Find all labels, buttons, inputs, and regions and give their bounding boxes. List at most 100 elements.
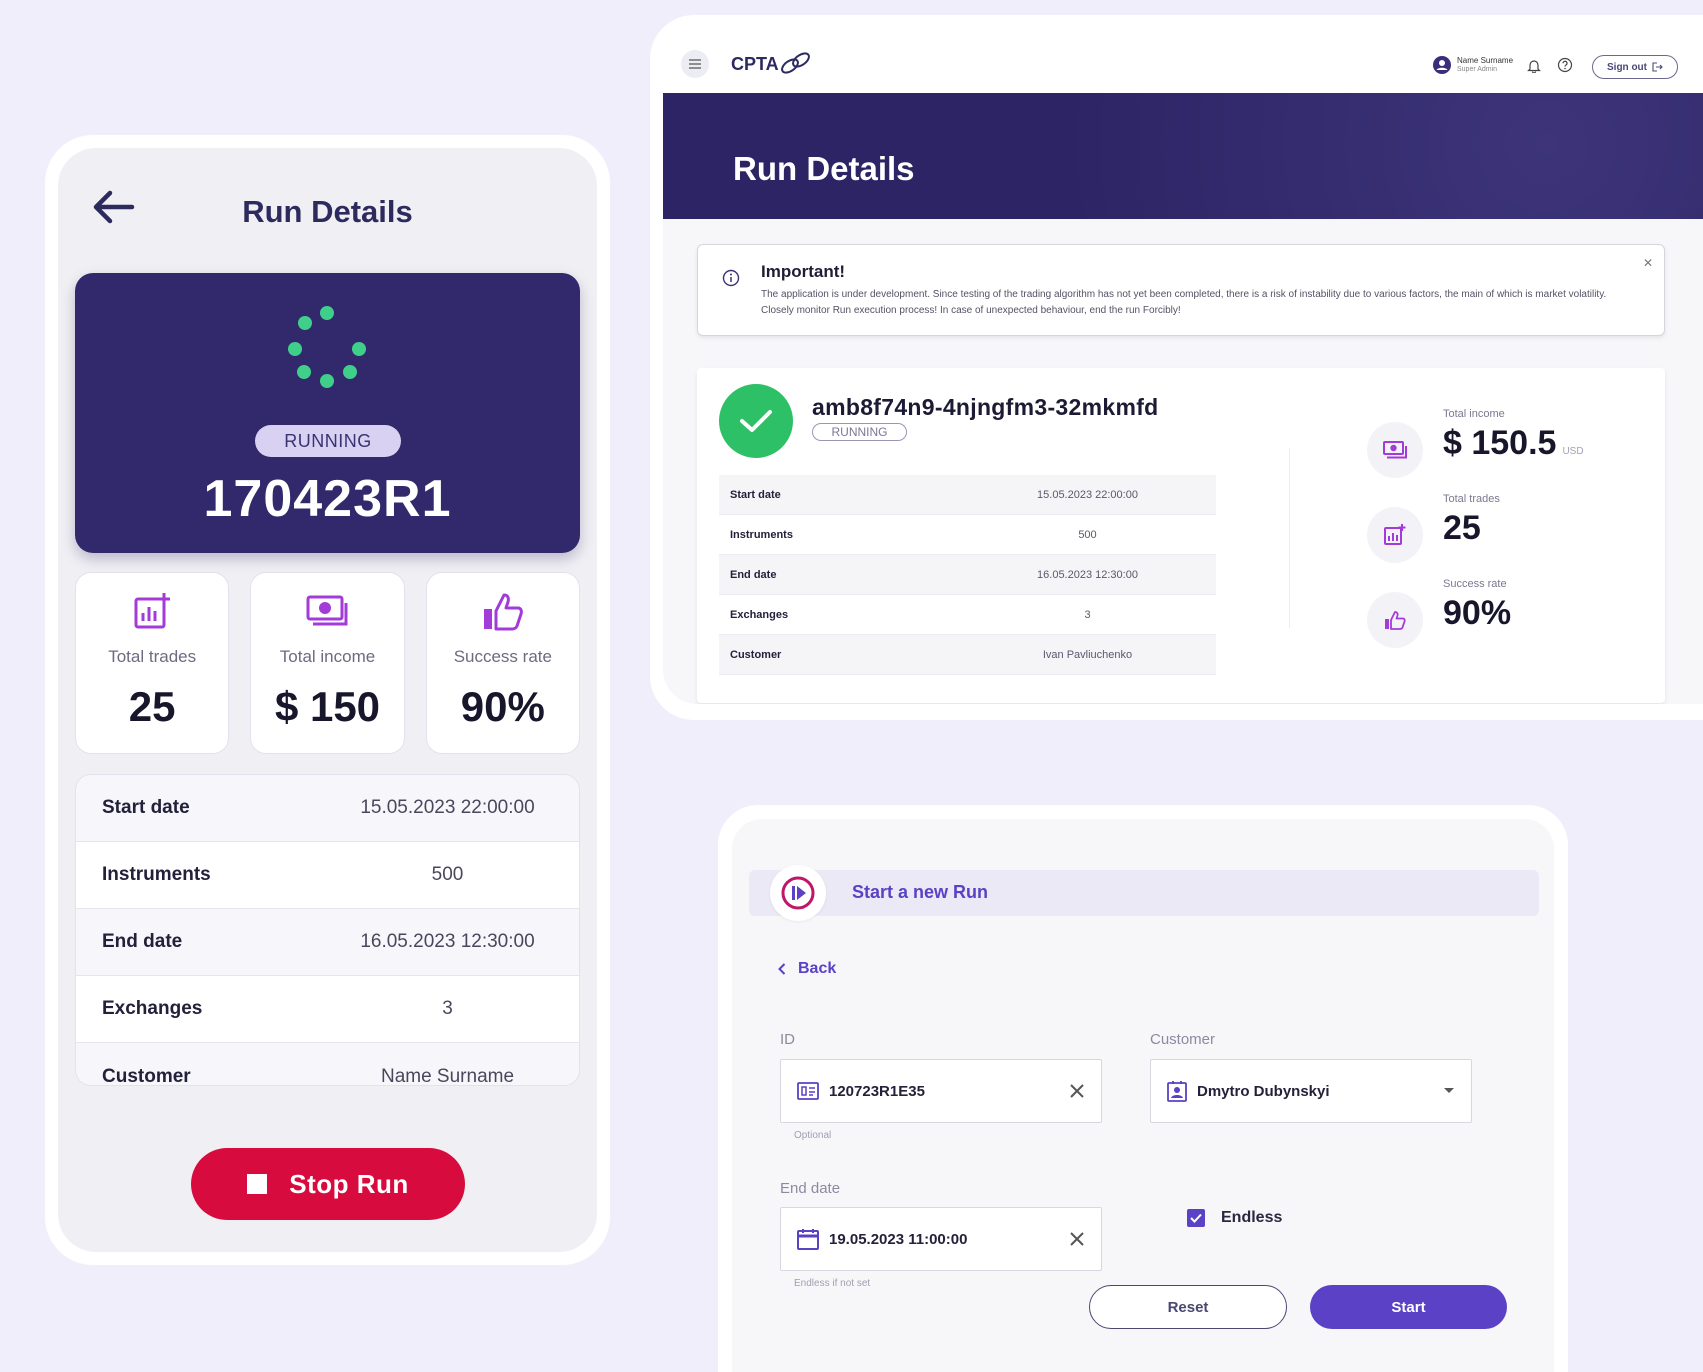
customer-select[interactable]: Dmytro Dubynskyi — [1150, 1059, 1472, 1123]
stat-value: $ 150.5 USD — [1443, 424, 1584, 463]
stat-label: Success rate — [453, 647, 552, 666]
stop-run-button[interactable]: Stop Run — [191, 1148, 465, 1220]
table-row: Customer Ivan Pavliuchenko — [719, 635, 1216, 675]
status-badge: RUNNING — [255, 425, 401, 457]
table-row: Start date 15.05.2023 22:00:00 — [719, 475, 1216, 515]
hamburger-menu-icon[interactable] — [681, 50, 709, 78]
sign-out-button[interactable]: Sign out — [1592, 55, 1678, 79]
page-title: Run Details — [242, 194, 413, 229]
stat-unit: USD — [1562, 446, 1584, 457]
stop-run-label: Stop Run — [289, 1168, 409, 1199]
stat-value: 90% — [1443, 594, 1512, 632]
customer-label: Customer — [1150, 1031, 1216, 1048]
back-link[interactable]: Back — [778, 960, 836, 978]
chevron-down-icon[interactable] — [1443, 1087, 1455, 1095]
thumbs-up-icon — [483, 593, 523, 631]
run-details-table: Start date 15.05.2023 22:00:00 Instrument… — [75, 774, 580, 1086]
start-button[interactable]: Start — [1310, 1285, 1507, 1329]
stat-total-income: Total income $ 150 — [250, 572, 405, 754]
run-details-table: Start date 15.05.2023 22:00:00 Instrument… — [719, 475, 1216, 675]
top-bar: CPTA Name Surname Super Admin Sign out — [663, 28, 1703, 93]
mobile-screen: Run Details RUNNING 170423R1 Total trade… — [58, 148, 597, 1252]
table-row: Customer Name Surname — [76, 1043, 579, 1086]
stat-value: 25 — [1443, 509, 1481, 547]
row-key: End date — [730, 568, 777, 581]
table-row: Start date 15.05.2023 22:00:00 — [76, 775, 579, 842]
stat-number: $ 150.5 — [1443, 424, 1557, 462]
bell-icon[interactable] — [1527, 58, 1541, 73]
run-id: amb8f74n9-4njngfm3-32mkmfd — [812, 394, 1159, 420]
id-helper-text: Optional — [794, 1130, 832, 1141]
sign-out-label: Sign out — [1607, 61, 1647, 73]
stat-value: $ 150 — [274, 683, 381, 730]
play-icon — [770, 865, 826, 921]
user-role: Super Admin — [1457, 66, 1498, 73]
endless-label: Endless — [1221, 1209, 1283, 1226]
row-value: 15.05.2023 22:00:00 — [360, 797, 535, 818]
row-value: 3 — [442, 998, 453, 1019]
row-key: Exchanges — [102, 998, 203, 1019]
stat-label: Total trades — [1443, 493, 1500, 505]
table-row: End date 16.05.2023 12:30:00 — [719, 555, 1216, 595]
clear-icon[interactable] — [1069, 1083, 1085, 1099]
new-run-form-card: Start a new Run Back ID 120723R1E35 Opti… — [718, 805, 1568, 1372]
important-alert: Important! The application is under deve… — [697, 244, 1665, 336]
end-date-value: 19.05.2023 11:00:00 — [829, 1230, 968, 1248]
row-value: 500 — [431, 864, 464, 885]
checkmark-icon — [719, 384, 793, 458]
row-value: 500 — [1078, 528, 1097, 541]
stat-label: Total income — [279, 647, 376, 666]
id-field[interactable]: 120723R1E35 — [780, 1059, 1102, 1123]
logout-icon — [1652, 62, 1663, 72]
row-key: Start date — [102, 797, 190, 818]
chart-add-icon — [1367, 507, 1423, 563]
id-card-icon — [797, 1082, 819, 1100]
row-value: 15.05.2023 22:00:00 — [1037, 488, 1138, 501]
chart-add-icon — [134, 593, 171, 629]
row-key: Instruments — [730, 528, 793, 541]
contact-card-icon — [1167, 1080, 1187, 1102]
end-date-label: End date — [780, 1180, 841, 1197]
checkbox-checked-icon[interactable] — [1187, 1209, 1205, 1227]
row-value: Name Surname — [380, 1065, 515, 1086]
alert-title: Important! — [761, 262, 846, 281]
money-icon — [1367, 422, 1423, 478]
stats-row: Total trades 25 Total income $ 150 Succe… — [75, 572, 580, 754]
stat-value: 25 — [128, 683, 176, 730]
status-badge: RUNNING — [812, 423, 907, 441]
clear-icon[interactable] — [1069, 1231, 1085, 1247]
loading-spinner-icon — [288, 306, 366, 388]
desktop-screen: CPTA Name Surname Super Admin Sign out R… — [663, 28, 1703, 704]
app-logo[interactable]: CPTA — [731, 54, 779, 75]
user-avatar-icon — [1433, 56, 1451, 74]
reset-button[interactable]: Reset — [1089, 1285, 1287, 1329]
user-profile[interactable]: Name Surname Super Admin — [1433, 56, 1513, 74]
stop-icon — [247, 1174, 268, 1194]
endless-checkbox[interactable]: Endless — [1187, 1209, 1282, 1227]
row-value: 16.05.2023 12:30:00 — [360, 931, 535, 952]
page-banner: Run Details — [663, 93, 1703, 219]
customer-value: Dmytro Dubynskyi — [1197, 1082, 1330, 1100]
row-value: 3 — [1084, 608, 1091, 621]
calendar-icon — [797, 1228, 819, 1250]
money-icon — [306, 595, 348, 626]
id-value: 120723R1E35 — [829, 1082, 925, 1100]
user-info: Name Surname Super Admin — [1457, 56, 1513, 74]
back-label: Back — [798, 960, 837, 977]
row-value: 16.05.2023 12:30:00 — [1037, 568, 1138, 581]
divider — [1289, 448, 1290, 628]
run-hero-card: RUNNING 170423R1 — [75, 273, 580, 553]
run-id: 170423R1 — [203, 470, 452, 528]
page-title: Run Details — [733, 150, 915, 187]
row-key: Instruments — [102, 864, 211, 885]
row-key: Customer — [102, 1065, 191, 1086]
row-key: Customer — [730, 648, 782, 661]
end-date-helper-text: Endless if not set — [794, 1278, 871, 1289]
form-header: Start a new Run — [749, 865, 1539, 921]
row-key: Exchanges — [730, 608, 789, 621]
chevron-left-icon — [778, 963, 786, 975]
end-date-field[interactable]: 19.05.2023 11:00:00 — [780, 1207, 1102, 1271]
close-icon[interactable]: ✕ — [1643, 256, 1653, 270]
alert-text: The application is under development. Si… — [761, 289, 1607, 316]
help-icon[interactable] — [1557, 57, 1573, 73]
